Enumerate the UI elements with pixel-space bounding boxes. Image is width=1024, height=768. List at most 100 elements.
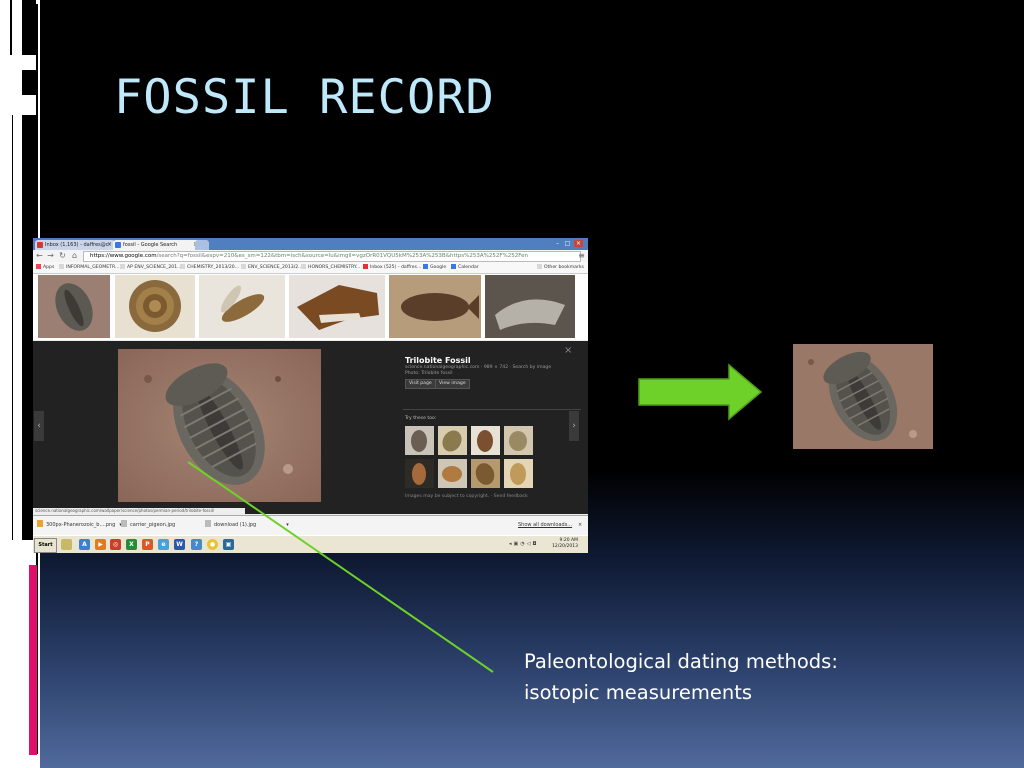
system-tray-icons[interactable]: ◂▣◔◁◘ — [509, 541, 538, 547]
contacts-icon[interactable]: A — [79, 539, 90, 550]
taskbar-clock[interactable]: 9:20 AM 12/20/2013 — [552, 538, 578, 550]
internet-explorer-icon[interactable]: e — [158, 539, 169, 550]
close-window-icon[interactable]: × — [574, 240, 583, 247]
gmail-icon — [37, 242, 43, 248]
tab-gmail[interactable]: Inbox (1,163) - daffres@c × — [35, 240, 115, 250]
apps-icon — [36, 264, 41, 269]
bookmark-item[interactable]: Calendar — [451, 263, 479, 272]
caption-line: isotopic measurements — [524, 681, 753, 704]
google-icon — [423, 264, 428, 269]
excel-icon[interactable]: X — [126, 539, 137, 550]
show-all-downloads-link[interactable]: Show all downloads... — [518, 520, 572, 530]
page-icon — [120, 264, 125, 269]
decor-bar — [22, 0, 36, 55]
taskbar: Start A ▶ ◎ X P e W ? ● ▣ ◂▣◔◁◘ 9:20 AM … — [33, 535, 588, 553]
result-thumb-dinosaur-skeleton[interactable] — [485, 275, 575, 338]
tab-google-search[interactable]: fossil - Google Search × — [113, 240, 201, 250]
related-image[interactable] — [438, 426, 467, 455]
result-thumb-trex-skull[interactable] — [289, 275, 385, 338]
decor-bar — [10, 0, 12, 55]
word-icon[interactable]: W — [174, 539, 185, 550]
calendar-icon — [451, 264, 456, 269]
related-image[interactable] — [438, 459, 467, 488]
caption-line: Paleontological dating methods: — [524, 650, 838, 673]
image-caption: Photo: Trilobite fossil — [405, 371, 453, 376]
powerpoint-icon[interactable]: P — [142, 539, 153, 550]
bookmark-item[interactable]: CHEMISTRY_2013/20... — [180, 263, 239, 272]
image-results-row — [33, 274, 588, 340]
slide-background: FOSSIL RECORD Inbox (1,163) - daffres@c … — [0, 0, 1024, 768]
related-image[interactable] — [471, 459, 500, 488]
download-item[interactable]: carrier_pigeon.jpg▾ — [121, 520, 208, 530]
google-icon — [115, 242, 121, 248]
image-title[interactable]: Trilobite Fossil — [405, 356, 575, 365]
page-icon — [301, 264, 306, 269]
downloads-bar: 300px-Phanerozoic_b....png▾ carrier_pige… — [33, 515, 588, 535]
page-icon — [241, 264, 246, 269]
result-thumb-insect-amber[interactable] — [199, 275, 285, 338]
next-image-button[interactable]: › — [569, 411, 579, 441]
related-image[interactable] — [405, 426, 434, 455]
result-thumb-ammonite[interactable] — [115, 275, 195, 338]
slide-title: FOSSIL RECORD — [114, 70, 495, 125]
related-heading: Try these too: — [405, 416, 437, 421]
forward-icon[interactable]: → — [46, 251, 55, 261]
back-icon[interactable]: ← — [35, 251, 44, 261]
browser-screenshot: Inbox (1,163) - daffres@c × fossil - Goo… — [33, 238, 588, 553]
close-panel-icon[interactable]: × — [564, 345, 572, 356]
smartboard-icon[interactable]: ▣ — [223, 539, 234, 550]
bookmark-apps[interactable]: Apps — [36, 263, 54, 272]
menu-icon[interactable]: ≡ — [577, 251, 586, 261]
close-tab-icon[interactable]: × — [107, 240, 112, 250]
reload-icon[interactable]: ↻ — [58, 251, 67, 261]
trilobite-photo[interactable] — [118, 349, 321, 502]
trilobite-cropped-photo — [793, 344, 933, 449]
bookmark-item[interactable]: Inbox (525) - daffres... — [363, 263, 421, 272]
image-info: Trilobite Fossil science.nationalgeograp… — [405, 356, 575, 377]
bookmark-item[interactable]: Google — [423, 263, 446, 272]
bookmark-item[interactable]: AP ENV_SCIENCE_201... — [120, 263, 182, 272]
result-thumb-fish-fossil[interactable] — [389, 275, 481, 338]
app-icon[interactable]: ? — [191, 539, 202, 550]
related-image[interactable] — [471, 426, 500, 455]
bookmark-item[interactable]: HONORS_CHEMISTRY... — [301, 263, 360, 272]
slide-caption: Paleontological dating methods: isotopic… — [524, 646, 944, 708]
accent-bar — [29, 565, 37, 755]
download-item[interactable]: 300px-Phanerozoic_b....png▾ — [37, 520, 122, 530]
browser-tab-strip: Inbox (1,163) - daffres@c × fossil - Goo… — [33, 238, 588, 250]
acrobat-icon[interactable]: ◎ — [110, 539, 121, 550]
chevron-down-icon[interactable]: ▾ — [286, 522, 289, 528]
right-arrow-icon — [638, 363, 763, 421]
bookmark-other[interactable]: Other bookmarks — [537, 263, 584, 272]
divider — [403, 409, 581, 410]
start-button[interactable]: Start — [34, 538, 57, 553]
view-image-button[interactable]: View image — [435, 379, 470, 389]
bookmark-item[interactable]: INFORMAL_GEOMETR... — [59, 263, 119, 272]
download-item[interactable]: download (1).jpg ▾ — [205, 520, 289, 530]
folder-icon[interactable] — [61, 539, 72, 550]
result-thumb-trilobite[interactable] — [38, 275, 110, 338]
media-player-icon[interactable]: ▶ — [95, 539, 106, 550]
image-preview-panel: ‹ › × Trilobite Fossil science.nationalg… — [33, 341, 588, 514]
bookmark-item[interactable]: ENV_SCIENCE_2013/2... — [241, 263, 303, 272]
address-bar[interactable]: https://www.google.com/search?q=fossil&e… — [83, 251, 581, 262]
related-image[interactable] — [504, 426, 533, 455]
decor-bar — [12, 115, 13, 540]
close-downloads-icon[interactable]: × — [578, 520, 582, 530]
related-image[interactable] — [405, 459, 434, 488]
image-file-icon — [205, 520, 211, 527]
bookmarks-bar: Apps INFORMAL_GEOMETR... AP ENV_SCIENCE_… — [33, 262, 588, 274]
minimize-icon[interactable]: – — [553, 240, 562, 247]
maximize-icon[interactable]: □ — [563, 240, 572, 247]
previous-image-button[interactable]: ‹ — [34, 411, 44, 441]
status-url: science.nationalgeographic.com/wallpaper… — [33, 508, 245, 514]
new-tab-button[interactable] — [195, 240, 209, 250]
visit-page-button[interactable]: Visit page — [405, 379, 436, 389]
chrome-icon[interactable]: ● — [207, 539, 218, 550]
image-file-icon — [37, 520, 43, 527]
browser-toolbar: ← → ↻ ⌂ https://www.google.com/search?q=… — [33, 250, 588, 262]
gmail-icon — [363, 264, 368, 269]
page-icon — [59, 264, 64, 269]
home-icon[interactable]: ⌂ — [70, 251, 79, 261]
related-image[interactable] — [504, 459, 533, 488]
